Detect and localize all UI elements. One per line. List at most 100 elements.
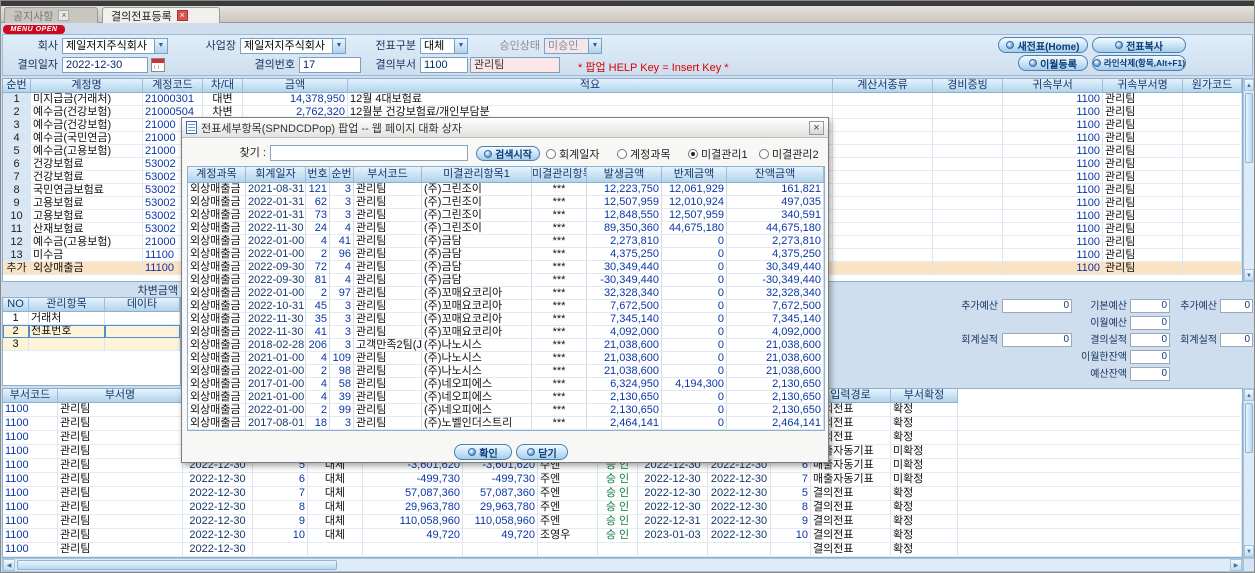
close-icon[interactable]: × [809,121,824,135]
table-row[interactable]: 외상매출금 2022-01-31 62 3 관리팀 (주)그린조이 *** 12… [188,196,824,209]
scroll-down-icon[interactable]: ▼ [1244,545,1254,557]
column-header[interactable]: 금액 [243,79,348,93]
table-row[interactable]: 1100 관리팀 2022-12-30 9 대체 110,058,960 110… [3,515,1242,529]
column-header[interactable]: 순번 [3,79,31,93]
list-item[interactable]: 2 전표번호 [3,325,180,338]
chevron-down-icon[interactable]: ▼ [588,39,601,53]
table-row[interactable]: 외상매출금 2022-09-30 81 4 관리팀 (주)금담 *** -30,… [188,274,824,287]
table-row[interactable]: 1100 관리팀 2022-12-30 6 대체 -499,730 -499,7… [3,473,1242,487]
table-row[interactable]: 외상매출금 2022-11-30 35 3 관리팀 (주)꼬매요코리아 *** … [188,313,824,326]
carryover-button[interactable]: 이월등록 [1018,55,1088,71]
table-row[interactable]: 외상매출금 2022-01-31 73 3 관리팀 (주)그린조이 *** 12… [188,209,824,222]
tab-close-icon[interactable]: × [58,10,70,21]
scroll-right-icon[interactable]: ▶ [1230,559,1242,571]
table-row[interactable]: 1100 관리팀 2022-12-30 8 대체 29,963,780 29,9… [3,501,1242,515]
slip-list-scrollbar[interactable]: ▲ ▼ [1243,388,1255,558]
radio-option[interactable]: 회계일자 [546,146,599,162]
column-header[interactable]: 부서명 [58,389,183,403]
search-input[interactable] [270,145,468,161]
menu-open-badge[interactable]: MENU OPEN [3,25,65,34]
site-select[interactable]: 제일저지주식회사 ▼ [240,38,346,54]
column-header[interactable]: 적요 [348,79,833,93]
slip-type-select[interactable]: 대체 ▼ [420,38,468,54]
column-header[interactable]: 계정과목 [188,167,246,183]
tab[interactable]: 공지사항 × [4,7,98,23]
column-header[interactable]: 번호 [306,167,330,183]
copy-slip-button[interactable]: 전표복사 [1092,37,1186,53]
column-header[interactable]: 반제금액 [662,167,727,183]
column-header[interactable]: 계정명 [31,79,143,93]
table-row[interactable]: 외상매출금 2022-11-30 24 4 관리팀 (주)그린조이 *** 89… [188,222,824,235]
voucher-grid-scrollbar[interactable]: ▲ ▼ [1243,78,1255,282]
list-item[interactable]: 3 [3,338,180,351]
column-header[interactable]: 부서코드 [354,167,422,183]
popup-title-bar[interactable]: 전표세부항목(SPNDCDPop) 팝업 -- 웹 페이지 대화 상자 [182,118,828,138]
column-header[interactable]: 회계일자 [246,167,306,183]
column-header[interactable]: 부서코드 [3,389,58,403]
column-header[interactable]: 미결관리항목2 [532,167,587,183]
radio-option[interactable]: 미결관리1 [688,146,748,162]
table-row[interactable]: 외상매출금 2022-09-30 72 4 관리팀 (주)금담 *** 30,3… [188,261,824,274]
table-row[interactable]: 외상매출금 2021-01-00 4 39 관리팀 (주)네오피에스 *** 2… [188,391,824,404]
radio-icon[interactable] [617,149,627,159]
company-select[interactable]: 제일저지주식회사 ▼ [62,38,168,54]
scroll-up-icon[interactable]: ▲ [1244,389,1254,401]
column-header[interactable]: 잔액금액 [727,167,824,183]
chevron-down-icon[interactable]: ▼ [454,39,467,53]
table-row[interactable]: 외상매출금 2022-10-31 45 3 관리팀 (주)꼬매요코리아 *** … [188,300,824,313]
column-header[interactable]: 계산서종류 [833,79,933,93]
column-header[interactable]: 귀속부서 [1003,79,1103,93]
scroll-thumb[interactable] [1245,403,1253,453]
scroll-down-icon[interactable]: ▼ [1244,269,1254,281]
radio-option[interactable]: 계정과목 [617,146,670,162]
search-start-button[interactable]: 검색시작 [476,146,540,161]
chevron-down-icon[interactable]: ▼ [332,39,345,53]
table-row[interactable]: 외상매출금 2022-01-00 4 41 관리팀 (주)금담 *** 2,27… [188,235,824,248]
scroll-up-icon[interactable]: ▲ [1244,79,1254,91]
tab-close-icon[interactable]: × [176,10,188,21]
delete-line-button[interactable]: 라인삭제(항목,Alt+F1) [1092,55,1186,71]
column-header[interactable]: 순번 [330,167,354,183]
radio-icon[interactable] [546,149,556,159]
column-header[interactable]: 원가코드 [1183,79,1242,93]
table-row[interactable]: 외상매출금 2017-01-00 4 58 관리팀 (주)네오피에스 *** 6… [188,378,824,391]
table-row[interactable]: 외상매출금 2022-01-00 2 98 관리팀 (주)나노시스 *** 21… [188,365,824,378]
column-header[interactable]: 부서확정 [891,389,958,403]
table-row[interactable]: 외상매출금 2022-01-00 2 99 관리팀 (주)네오피에스 *** 2… [188,404,824,417]
approval-select[interactable]: 미승인 ▼ [544,38,602,54]
number-input[interactable]: 17 [299,57,361,73]
tab[interactable]: 결의전표등록 × [102,7,220,23]
table-row[interactable]: 외상매출금 2017-08-01 18 3 관리팀 (주)노벨인더스트리 ***… [188,417,824,430]
table-row[interactable]: 외상매출금 2022-01-00 2 97 관리팀 (주)꼬매요코리아 *** … [188,287,824,300]
horizontal-scrollbar[interactable]: ◀ ▶ [2,558,1243,572]
confirm-button[interactable]: 확인 [454,444,512,460]
table-row[interactable]: 외상매출금 2022-01-00 2 96 관리팀 (주)금담 *** 4,37… [188,248,824,261]
table-row[interactable]: 외상매출금 2021-08-31 121 3 관리팀 (주)그린조이 *** 1… [188,183,824,196]
chevron-down-icon[interactable]: ▼ [154,39,167,53]
table-row[interactable]: 1100 관리팀 2022-12-30 결의전표 확정 [3,543,1242,557]
column-header[interactable]: 귀속부서명 [1103,79,1183,93]
scroll-thumb[interactable] [17,560,337,570]
table-row[interactable]: 외상매출금 2018-02-28 206 3 고객만족2팀(J (주)나노시스 … [188,339,824,352]
radio-option[interactable]: 미결관리2 [759,146,819,162]
date-input[interactable]: 2022-12-30 [62,57,148,73]
scroll-thumb[interactable] [1245,93,1253,163]
column-header[interactable]: 계정코드 [143,79,203,93]
dept-code-input[interactable]: 1100 [420,57,468,73]
table-row[interactable]: 외상매출금 2022-11-30 41 3 관리팀 (주)꼬매요코리아 *** … [188,326,824,339]
table-row[interactable]: 외상매출금 2021-01-00 4 109 관리팀 (주)나노시스 *** 2… [188,352,824,365]
new-slip-button[interactable]: 새전표(Home) [998,37,1088,53]
column-header[interactable]: 미결관리항목1 [422,167,532,183]
table-row[interactable]: 1100 관리팀 2022-12-30 7 대체 57,087,360 57,0… [3,487,1242,501]
list-item[interactable]: 1 거래처 [3,312,180,325]
column-header[interactable]: 경비증빙 [933,79,1003,93]
close-button[interactable]: 닫기 [516,444,568,460]
column-header[interactable]: 발생금액 [587,167,662,183]
column-header[interactable]: 차/대 [203,79,243,93]
table-row[interactable]: 1100 관리팀 2022-12-30 10 대체 49,720 49,720 … [3,529,1242,543]
calendar-icon[interactable] [151,58,165,72]
radio-icon[interactable] [688,149,698,159]
radio-icon[interactable] [759,149,769,159]
scroll-left-icon[interactable]: ◀ [3,559,15,571]
table-row[interactable]: 1 미지급금(거래처) 21000301 대변 14,378,950 12월 4… [3,93,1242,106]
